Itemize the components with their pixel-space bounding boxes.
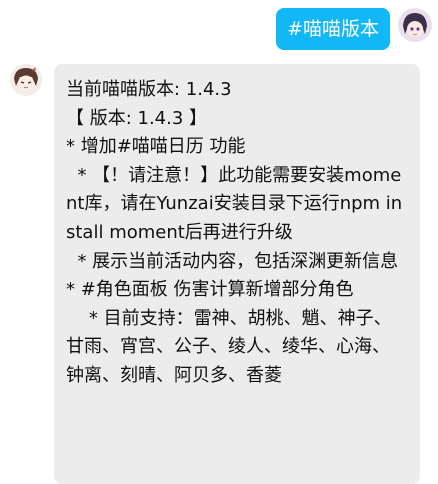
- version-header: 【 版本: 1.4.3 】: [66, 107, 208, 129]
- incoming-message: 当前喵喵版本: 1.4.3 【 版本: 1.4.3 】 * 增加#喵喵日历 功能…: [10, 64, 420, 484]
- changelog-subitem: * 展示当前活动内容，包括深渊更新信息: [66, 250, 399, 272]
- incoming-bubble[interactable]: 当前喵喵版本: 1.4.3 【 版本: 1.4.3 】 * 增加#喵喵日历 功能…: [54, 64, 420, 484]
- anime-girl-avatar-icon: [398, 8, 432, 42]
- changelog-item: * #角色面板 伤害计算新增部分角色: [66, 279, 354, 301]
- changelog-subitem: * 目前支持：雷神、胡桃、魈、神子、甘雨、宵宫、公子、绫人、绫华、心海、钟离、刻…: [66, 307, 392, 386]
- outgoing-text: #喵喵版本: [287, 18, 379, 40]
- outgoing-message: #喵喵版本: [276, 8, 432, 50]
- anime-character-avatar-icon: [10, 64, 42, 96]
- version-line: 当前喵喵版本: 1.4.3: [66, 79, 232, 100]
- changelog-subitem: * 【！请注意！】此功能需要安装moment库，请在Yunzai安装目录下运行n…: [66, 164, 403, 243]
- bot-avatar[interactable]: [10, 64, 42, 96]
- outgoing-bubble[interactable]: #喵喵版本: [276, 8, 390, 50]
- self-avatar[interactable]: [398, 8, 432, 42]
- changelog-item: * 增加#喵喵日历 功能: [66, 136, 246, 158]
